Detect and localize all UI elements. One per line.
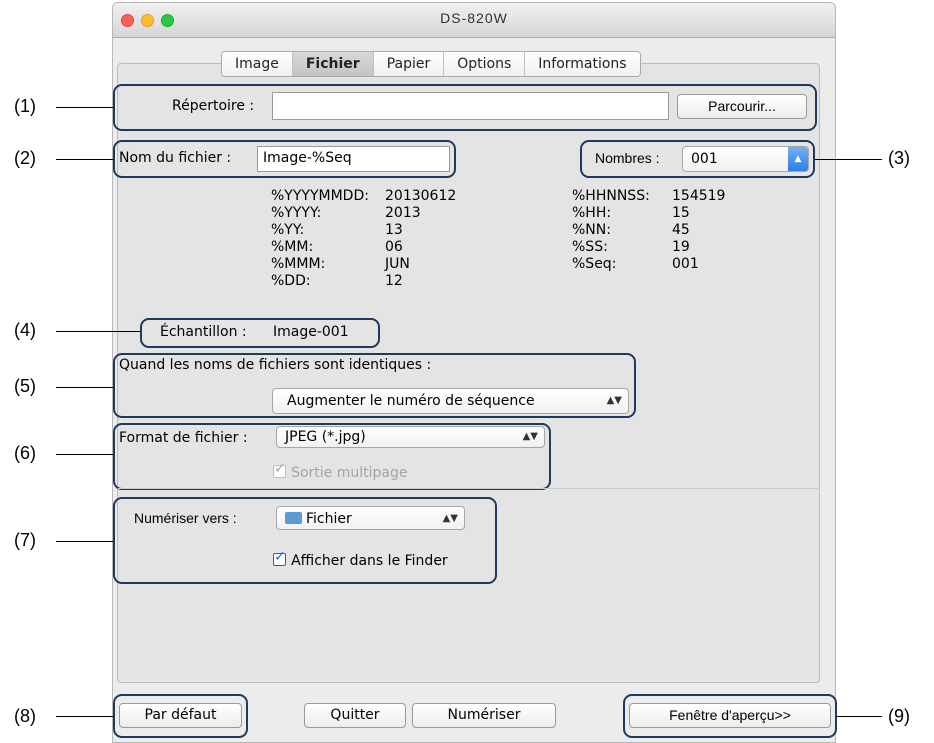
scan-to-label: Numériser vers : [134, 510, 237, 526]
callout-line [56, 454, 113, 455]
var-key: %DD: [271, 273, 311, 289]
tab-image[interactable]: Image [222, 52, 293, 76]
var-value: 13 [385, 222, 403, 238]
file-format-label: Format de fichier : [119, 430, 248, 446]
callout-3: (3) [888, 148, 910, 168]
callout-line [56, 541, 113, 542]
var-key: %MMM: [271, 256, 326, 272]
callout-7: (7) [14, 530, 36, 550]
directory-label: Répertoire : [172, 98, 255, 114]
checkmark-icon: ✓ [274, 461, 286, 477]
finder-checkbox[interactable]: ✓ [273, 549, 286, 566]
numbers-stepper[interactable]: 001 ▲ [682, 146, 809, 172]
sample-label: Échantillon : [160, 324, 247, 340]
var-value: 15 [672, 205, 690, 221]
callout-8: (8) [14, 706, 36, 726]
multipage-checkbox[interactable]: ✓ [273, 461, 286, 478]
filename-label: Nom du fichier : [119, 150, 232, 166]
sample-value: Image-001 [273, 324, 349, 340]
var-key: %HH: [572, 205, 612, 221]
var-value: 154519 [672, 188, 726, 204]
var-value: JUN [385, 256, 410, 272]
identical-value: Augmenter le numéro de séquence [287, 393, 535, 409]
default-button[interactable]: Par défaut [119, 703, 242, 728]
stepper-arrows-icon[interactable]: ▲ [788, 147, 808, 171]
callout-5: (5) [14, 376, 36, 396]
multipage-label: Sortie multipage [291, 465, 408, 481]
file-format-value: JPEG (*.jpg) [285, 429, 366, 445]
callout-line [815, 159, 882, 160]
callout-line [56, 107, 113, 108]
callout-line [56, 331, 140, 332]
tab-informations[interactable]: Informations [525, 52, 640, 76]
var-key: %MM: [271, 239, 314, 255]
var-key: %SS: [572, 239, 608, 255]
checkmark-icon: ✓ [274, 549, 286, 565]
callout-line [56, 159, 113, 160]
file-format-select[interactable]: JPEG (*.jpg) ▲▼ [276, 426, 545, 448]
identical-select[interactable]: Augmenter le numéro de séquence ▲▼ [272, 388, 629, 414]
callout-line [56, 387, 113, 388]
var-key: %HHNNSS: [572, 188, 650, 204]
finder-checkbox-row[interactable]: ✓ Afficher dans le Finder [273, 549, 448, 569]
identical-label: Quand les noms de fichiers sont identiqu… [119, 357, 432, 373]
tab-fichier[interactable]: Fichier [292, 52, 374, 76]
directory-input[interactable] [272, 92, 669, 120]
finder-label: Afficher dans le Finder [291, 553, 448, 569]
var-key: %NN: [572, 222, 611, 238]
callout-line [56, 716, 113, 717]
var-key: %YYYY: [271, 205, 322, 221]
var-key: %Seq: [572, 256, 617, 272]
updown-arrows-icon: ▲▼ [522, 431, 538, 442]
window-title: DS-820W [440, 10, 508, 26]
var-value: 2013 [385, 205, 421, 221]
scan-button[interactable]: Numériser [412, 703, 556, 728]
updown-arrows-icon: ▲▼ [442, 513, 458, 524]
var-value: 20130612 [385, 188, 457, 204]
filename-input[interactable]: Image-%Seq [257, 146, 450, 172]
var-key: %YYYYMMDD: [271, 188, 369, 204]
var-value: 06 [385, 239, 403, 255]
callout-1: (1) [14, 96, 36, 116]
updown-arrows-icon: ▲▼ [606, 395, 622, 406]
browse-button[interactable]: Parcourir... [677, 94, 807, 119]
var-value: 19 [672, 239, 690, 255]
scan-to-select[interactable]: Fichier ▲▼ [276, 506, 465, 530]
var-value: 45 [672, 222, 690, 238]
divider [118, 488, 818, 489]
callout-2: (2) [14, 148, 36, 168]
numbers-value: 001 [691, 151, 718, 167]
callout-6: (6) [14, 443, 36, 463]
scan-to-value: Fichier [306, 511, 352, 527]
var-value: 12 [385, 273, 403, 289]
callout-line [837, 716, 882, 717]
callout-4: (4) [14, 320, 36, 340]
callout-9: (9) [888, 706, 910, 726]
tab-options[interactable]: Options [444, 52, 526, 76]
var-key: %YY: [271, 222, 305, 238]
quit-button[interactable]: Quitter [304, 703, 406, 728]
folder-icon [285, 512, 302, 524]
preview-button[interactable]: Fenêtre d'aperçu>> [629, 703, 831, 728]
tab-bar: Image Fichier Papier Options Information… [221, 51, 641, 77]
var-value: 001 [672, 256, 699, 272]
multipage-checkbox-row[interactable]: ✓ Sortie multipage [273, 461, 408, 481]
numbers-label: Nombres : [595, 150, 660, 166]
tab-papier[interactable]: Papier [373, 52, 445, 76]
